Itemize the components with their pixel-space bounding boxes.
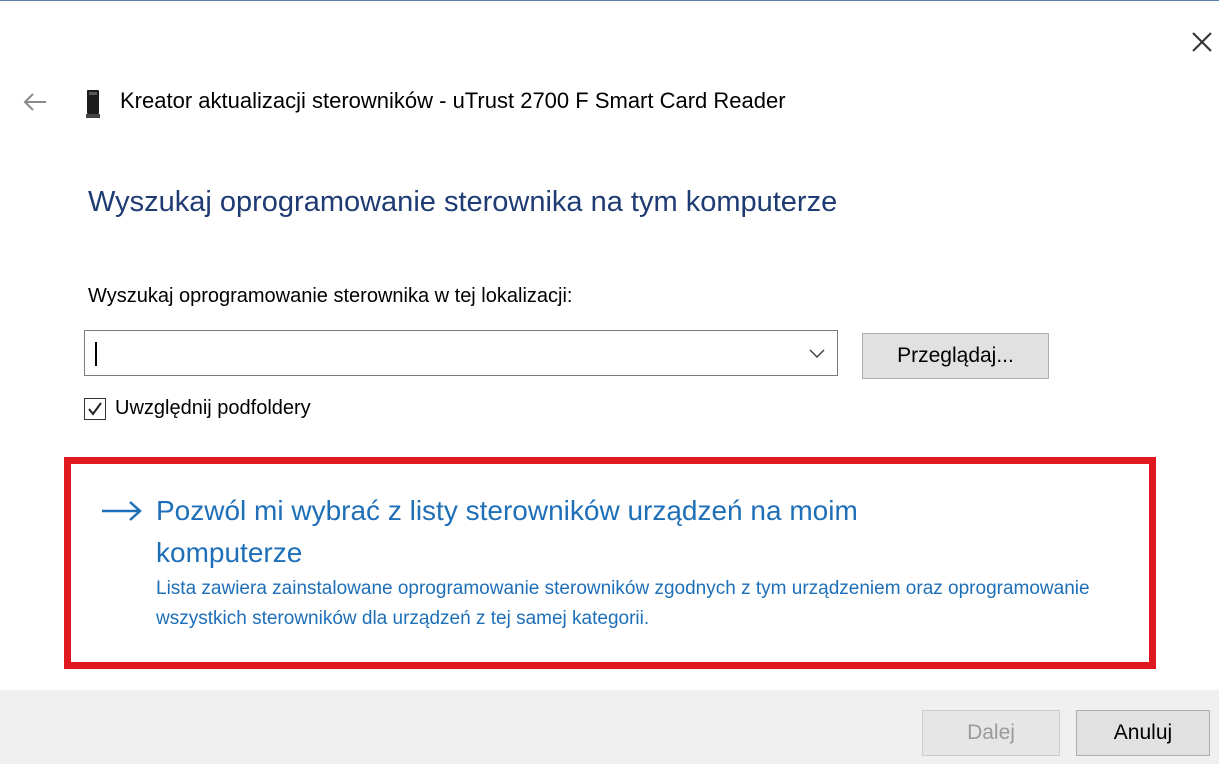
location-combobox[interactable]: [84, 330, 838, 376]
page-heading: Wyszukaj oprogramowanie sterownika na ty…: [88, 186, 838, 218]
include-subfolders-checkbox[interactable]: [84, 398, 106, 420]
browse-button[interactable]: Przeglądaj...: [862, 333, 1049, 379]
window-top-border: [0, 0, 1219, 1]
next-button[interactable]: Dalej: [922, 710, 1060, 756]
wizard-title: Kreator aktualizacji sterowników - uTrus…: [120, 88, 786, 113]
include-subfolders-label[interactable]: Uwzględnij podfoldery: [115, 397, 311, 420]
close-icon: [1192, 32, 1212, 52]
chevron-down-icon: [809, 349, 825, 359]
back-arrow-icon: [23, 93, 46, 111]
choose-from-list-title[interactable]: Pozwól mi wybrać z listy sterowników urz…: [156, 490, 996, 574]
checkmark-icon: [88, 402, 102, 416]
smart-card-reader-icon: [86, 90, 100, 118]
right-arrow-icon: [100, 498, 148, 524]
text-cursor: [95, 342, 97, 366]
cancel-button[interactable]: Anuluj: [1076, 710, 1210, 756]
dropdown-button[interactable]: [797, 331, 837, 375]
back-button[interactable]: [16, 84, 56, 120]
location-label: Wyszukaj oprogramowanie sterownika w tej…: [88, 285, 573, 307]
choose-from-list-description: Lista zawiera zainstalowane oprogramowan…: [156, 578, 1090, 629]
close-button[interactable]: [1182, 22, 1219, 62]
